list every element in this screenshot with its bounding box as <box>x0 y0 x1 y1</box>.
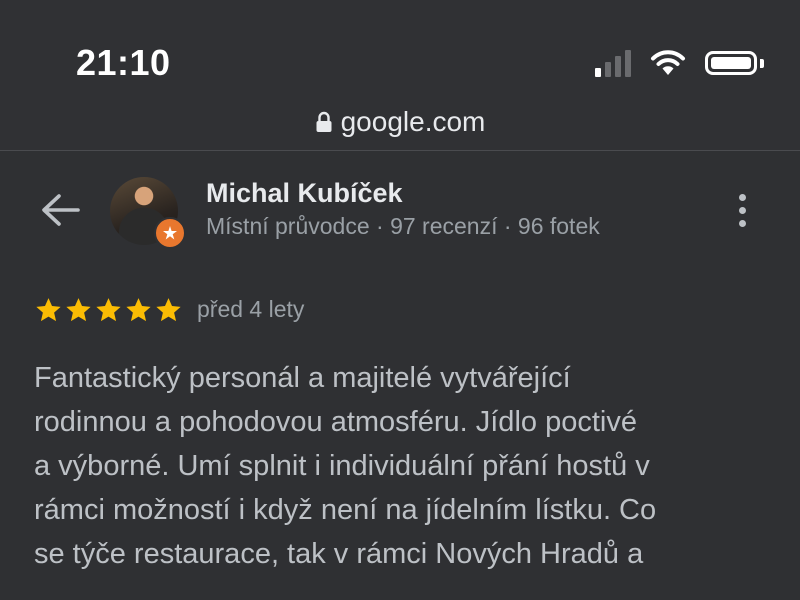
review-line: se týče restaurace, tak v rámci Nových H… <box>34 538 644 570</box>
arrow-back-icon <box>42 194 80 226</box>
screen: 21:10 google.com Michal Kubíček Místní p… <box>0 0 800 600</box>
reviewer-avatar-group[interactable] <box>110 177 186 249</box>
star-icon <box>36 298 61 322</box>
review-line: rodinnou a pohodovou atmosféru. Jídlo po… <box>34 406 637 438</box>
signal-icon <box>595 49 631 77</box>
local-guide-badge-icon <box>154 217 186 249</box>
wifi-icon <box>651 50 685 75</box>
star-rating <box>34 296 183 324</box>
lock-icon <box>316 111 332 132</box>
reviewer-name[interactable]: Michal Kubíček <box>206 178 403 209</box>
battery-icon <box>705 51 764 75</box>
status-time: 21:10 <box>76 42 171 83</box>
review-text: Fantastický personál a majitelé vytvářej… <box>34 356 774 576</box>
url-bar[interactable]: google.com <box>0 104 800 140</box>
review-line: Fantastický personál a majitelé vytvářej… <box>34 362 571 394</box>
review-line: a výborné. Umí splnit i individuální přá… <box>34 450 650 482</box>
review-line: rámci možností i když není na jídelním l… <box>34 494 657 526</box>
browser-top-bar: 21:10 google.com <box>0 0 800 151</box>
url-domain: google.com <box>340 106 486 137</box>
review-date: před 4 lety <box>197 296 305 322</box>
star-icon <box>156 298 181 322</box>
reviewer-meta: Místní průvodce · 97 recenzí · 96 fotek <box>206 213 600 239</box>
back-button[interactable] <box>38 190 82 230</box>
status-icons <box>595 46 764 80</box>
star-icon <box>126 298 151 322</box>
star-icon <box>96 298 121 322</box>
star-icon <box>66 298 91 322</box>
more-options-icon[interactable] <box>728 188 756 232</box>
